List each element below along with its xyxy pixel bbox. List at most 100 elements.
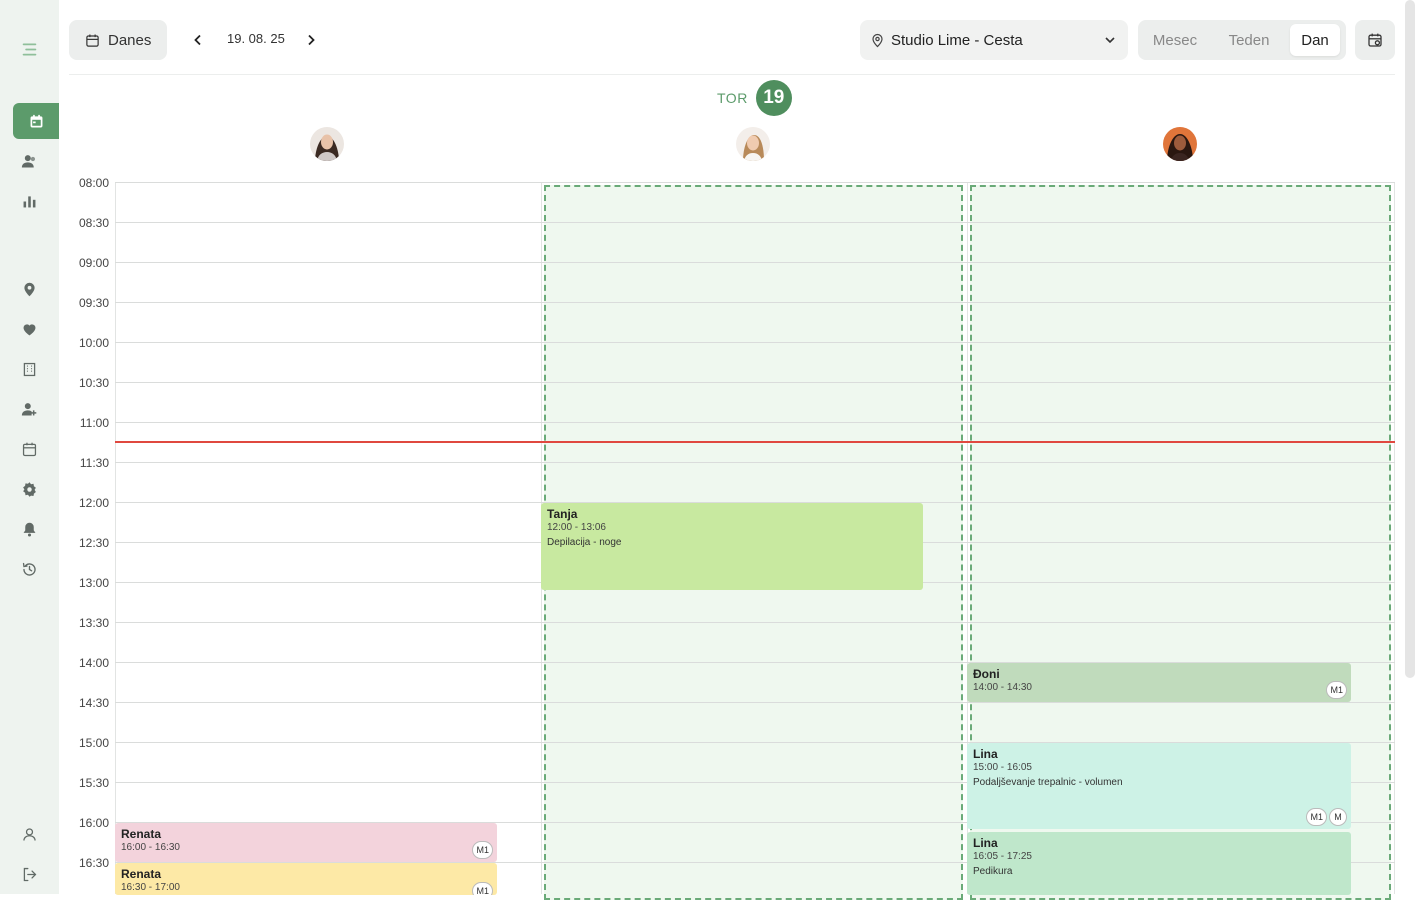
current-date: 19. 08. 25 <box>227 31 285 46</box>
toolbar: Danes 19. 08. 25 Studio Lime - Cesta Mes… <box>69 20 1395 60</box>
toolbar-divider <box>69 74 1395 75</box>
time-label: 14:00 <box>78 656 109 670</box>
time-gridline <box>115 342 1395 343</box>
next-day-button[interactable] <box>301 30 321 50</box>
appointment-time: 16:05 - 17:25 <box>973 850 1032 862</box>
time-label: 13:00 <box>78 576 109 590</box>
time-label: 15:00 <box>78 736 109 750</box>
time-gridline <box>115 182 1395 183</box>
location-value: Studio Lime - Cesta <box>891 31 1023 49</box>
clients-icon[interactable] <box>0 147 59 175</box>
appointment-card[interactable]: Renata 16:30 - 17:00 M1 <box>115 863 497 895</box>
staff-badge: M1 <box>1306 807 1327 826</box>
chevron-left-icon <box>194 34 201 46</box>
appointment-client: Đoni <box>973 667 1000 681</box>
time-label: 10:00 <box>78 336 109 350</box>
appointment-time: 15:00 - 16:05 <box>973 762 1032 773</box>
staff-badge: M1 <box>472 841 493 859</box>
column-divider <box>115 182 116 894</box>
time-label: 16:00 <box>78 816 109 830</box>
view-day-option[interactable]: Dan <box>1290 24 1340 56</box>
appointment-time: 16:00 - 16:30 <box>121 842 180 853</box>
scrollbar[interactable] <box>1405 0 1415 678</box>
appointment-client: Lina <box>973 747 998 761</box>
appointment-card[interactable]: Đoni 14:00 - 14:30 M1 <box>967 663 1351 702</box>
time-label: 11:30 <box>79 456 109 470</box>
staff-badge: M <box>1329 807 1347 826</box>
logout-icon[interactable] <box>0 860 59 888</box>
settings-icon[interactable] <box>0 475 59 503</box>
appointment-client: Renata <box>121 827 162 841</box>
time-gridline <box>115 382 1395 383</box>
sidebar <box>0 0 59 894</box>
building-icon[interactable] <box>0 355 59 383</box>
today-button[interactable]: Danes <box>69 20 167 60</box>
today-label: Danes <box>108 31 152 49</box>
view-week-option[interactable]: Teden <box>1216 24 1282 56</box>
appointment-time: 16:30 - 17:00 <box>121 882 180 893</box>
avatar[interactable] <box>310 127 344 161</box>
time-label: 08:30 <box>78 216 109 230</box>
time-label: 13:30 <box>78 616 109 630</box>
appointment-card[interactable]: Lina 16:05 - 17:25 Pedikura <box>967 831 1351 895</box>
time-label: 16:30 <box>78 856 109 870</box>
day-number[interactable]: 19 <box>755 80 792 116</box>
day-header: TOR 19 <box>717 80 792 116</box>
avatar[interactable] <box>1163 127 1197 161</box>
current-time-line <box>115 441 1395 443</box>
view-switch: Mesec Teden Dan <box>1138 20 1346 60</box>
appointment-time: 14:00 - 14:30 <box>973 682 1032 693</box>
column-divider <box>1394 182 1395 894</box>
time-label: 12:00 <box>78 496 109 510</box>
appointment-client: Renata <box>121 867 162 881</box>
time-gridline <box>115 462 1395 463</box>
history-icon[interactable] <box>0 555 59 583</box>
appointment-time: 12:00 - 13:06 <box>547 522 606 533</box>
time-label: 10:30 <box>78 376 109 390</box>
location-pin-icon <box>872 33 883 47</box>
services-icon[interactable] <box>0 315 59 343</box>
time-label: 11:00 <box>79 416 109 430</box>
time-gridline <box>115 622 1395 623</box>
chart-icon[interactable] <box>0 187 59 215</box>
add-user-icon[interactable] <box>0 395 59 423</box>
avatar[interactable] <box>736 127 770 161</box>
appointment-client: Tanja <box>547 507 578 521</box>
appointment-card[interactable]: Lina 15:00 - 16:05 Podaljševanje trepalnic… <box>967 743 1351 829</box>
chevron-right-icon <box>308 34 315 46</box>
time-gridline <box>115 222 1395 223</box>
calendar-icon[interactable] <box>13 103 59 139</box>
time-label: 12:30 <box>78 536 109 550</box>
chevron-down-icon <box>1105 37 1115 44</box>
time-label: 09:30 <box>78 296 109 310</box>
appointment-service: Pedikura <box>973 865 1013 877</box>
time-gridline <box>115 302 1395 303</box>
profile-icon[interactable] <box>0 820 59 848</box>
day-name: TOR <box>717 90 748 106</box>
schedule-icon[interactable] <box>0 435 59 463</box>
time-gridline <box>115 702 1395 703</box>
time-gridline <box>115 422 1395 423</box>
staff-badge: M1 <box>472 882 493 895</box>
time-label: 14:30 <box>78 696 109 710</box>
bell-icon[interactable] <box>0 515 59 543</box>
appointment-card[interactable]: Renata 16:00 - 16:30 M1 <box>115 823 497 862</box>
staff-badge: M1 <box>1326 681 1347 699</box>
time-label: 08:00 <box>78 176 109 190</box>
day-grid: 08:00 08:30 09:00 09:30 10:00 10:30 11:00 11:30… <box>69 176 1395 900</box>
prev-day-button[interactable] <box>188 30 208 50</box>
appointment-client: Lina <box>973 835 998 850</box>
appointment-card[interactable]: Tanja 12:00 - 13:06 Depilacija - noge <box>541 503 923 590</box>
time-label: 15:30 <box>78 776 109 790</box>
appointment-service: Podaljševanje trepalnic - volumen <box>973 777 1123 788</box>
time-gridline <box>115 262 1395 263</box>
location-select[interactable]: Studio Lime - Cesta <box>860 20 1128 60</box>
appointment-service: Depilacija - noge <box>547 537 622 548</box>
calendar-picker-button[interactable] <box>1355 20 1395 60</box>
location-icon[interactable] <box>0 275 59 303</box>
menu-icon[interactable] <box>0 35 59 63</box>
time-label: 09:00 <box>78 256 109 270</box>
view-month-option[interactable]: Mesec <box>1142 24 1208 56</box>
calendar-clock-icon <box>1368 33 1382 47</box>
calendar-small-icon <box>86 34 99 47</box>
